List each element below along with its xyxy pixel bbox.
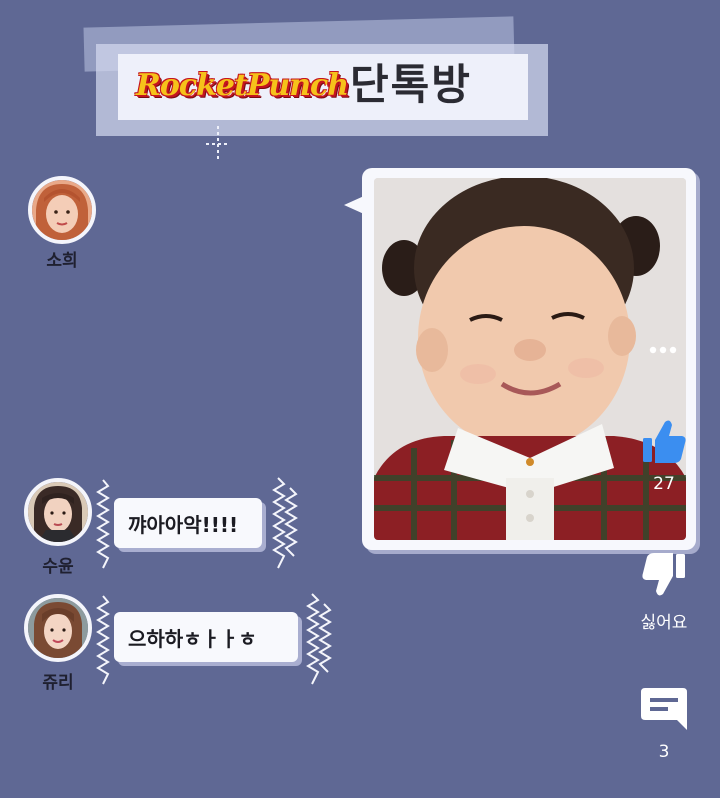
shake-lines-left	[96, 595, 110, 685]
like-button[interactable]: 27	[634, 416, 694, 494]
shake-lines-right	[306, 593, 332, 685]
dislike-label: 싫어요	[640, 613, 688, 633]
message-bubble[interactable]: 꺄아아악!!!!	[114, 498, 262, 548]
member-name: 쥬리	[42, 673, 74, 693]
comment-count: 3	[658, 742, 670, 762]
more-dots-icon[interactable]	[648, 344, 678, 356]
shake-lines-left	[96, 479, 110, 569]
comment-button[interactable]: 3	[634, 684, 694, 762]
thumbs-down-icon	[642, 553, 685, 596]
photo-bubble-tail	[344, 196, 364, 214]
thumbs-up-icon	[643, 420, 686, 463]
sparkle-icon	[206, 126, 230, 162]
shake-lines-right	[272, 477, 298, 569]
dislike-button[interactable]: 싫어요	[628, 550, 700, 633]
rocketpunch-logo: RocketPunch	[135, 67, 349, 103]
avatar-sohee[interactable]	[28, 176, 96, 244]
like-count: 27	[653, 474, 675, 494]
avatar-suyun[interactable]	[24, 478, 92, 546]
member-name: 소희	[46, 251, 78, 271]
message-bubble[interactable]: 으하하ㅎㅏㅏㅎ	[114, 612, 298, 662]
avatar-juri[interactable]	[24, 594, 92, 662]
comment-icon	[641, 688, 687, 730]
chat-scene: RocketPunch 단톡방 소희 수윤 쥬리 꺄아아악!!!! 으하하ㅎㅏㅏ…	[0, 0, 720, 798]
room-title: 단톡방	[350, 60, 472, 109]
member-name: 수윤	[42, 557, 74, 577]
